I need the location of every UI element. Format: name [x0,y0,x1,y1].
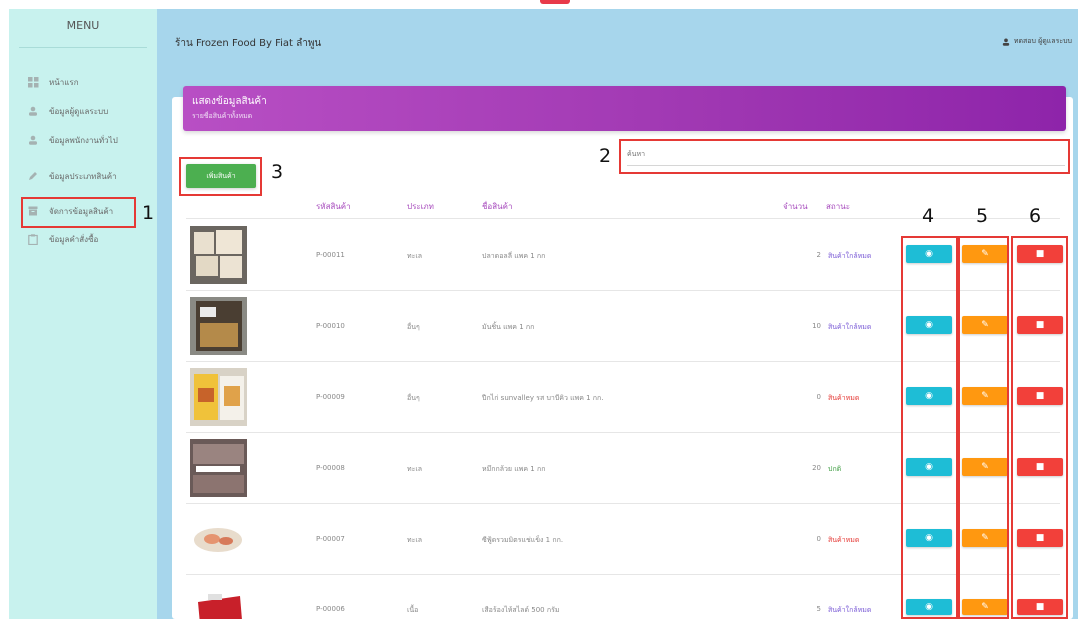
column-header-qty: จำนวน [783,202,808,211]
menu-title: MENU [66,19,100,32]
column-header-status: สถานะ [826,202,850,211]
shop-name: ร้าน Frozen Food By Fiat ลำพูน [175,38,322,49]
annotation-number-1: 1 [142,202,155,224]
sidebar-item-label: ข้อมูลพนักงานทั่วไป [49,135,118,145]
sidebar: MENU หน้าแรก ข้อมูลผู้ดูแลระบบ ข้อมูลพนั… [9,9,157,619]
product-qty: 10 [812,322,821,330]
annotation-number-5: 5 [976,205,989,227]
menu-divider [19,47,147,48]
product-name: เสือร้องไห้สไลด์ 500 กรัม [482,606,560,614]
product-qty: 0 [816,535,821,543]
product-name: มันชิ้น แพค 1 กก [482,323,535,331]
annotation-box-2 [619,139,1070,174]
status-badge: สินค้าใกล้หมด [828,606,872,614]
product-code: P-00008 [316,464,345,472]
status-badge: ปกติ [828,465,842,473]
product-code: P-00007 [316,535,345,543]
sidebar-item-employees[interactable]: ข้อมูลพนักงานทั่วไป [9,127,157,153]
column-header-type: ประเภท [407,202,434,211]
clipboard-icon [27,233,39,245]
product-name: หมึกกล้วย แพค 1 กก [482,465,546,473]
sidebar-item-label: ข้อมูลประเภทสินค้า [49,171,117,181]
product-qty: 0 [816,393,821,401]
annotation-number-6: 6 [1029,205,1042,227]
annotation-box-6 [1011,236,1068,619]
product-type: ทะเล [407,536,423,544]
status-badge: สินค้าใกล้หมด [828,323,872,331]
status-badge: สินค้าหมด [828,536,860,544]
sidebar-item-admins[interactable]: ข้อมูลผู้ดูแลระบบ [9,98,157,124]
user-icon [1002,38,1010,46]
product-image [190,510,247,568]
product-type: อื่นๆ [407,394,420,402]
product-name: ปีกไก่ sunvalley รส บาบีคิว แพค 1 กก. [482,394,604,402]
top-strip [0,0,1078,9]
page-banner: แสดงข้อมูลสินค้า รายชื่อสินค้าทั้งหมด [183,86,1066,131]
product-code: P-00009 [316,393,345,401]
status-badge: สินค้าหมด [828,394,860,402]
pencil-icon [27,170,39,182]
column-header-code: รหัสสินค้า [316,202,351,211]
user-icon [27,105,39,117]
product-type: ทะเล [407,465,423,473]
product-qty: 20 [812,464,821,472]
annotation-number-3: 3 [271,161,284,183]
product-code: P-00010 [316,322,345,330]
sidebar-item-label: หน้าแรก [49,77,79,87]
product-qty: 2 [816,251,821,259]
dashboard-icon [27,76,39,88]
product-image [190,297,247,355]
user-name: ทดสอบ ผู้ดูแลระบบ [1013,37,1072,45]
sidebar-item-orders[interactable]: ข้อมูลคำสั่งซื้อ [9,226,157,252]
product-type: ทะเล [407,252,423,260]
product-name: ซีฟู้ดรวมมิตรแช่แข็ง 1 กก. [482,536,564,544]
product-image [190,226,247,284]
product-qty: 5 [816,605,821,613]
sidebar-item-categories[interactable]: ข้อมูลประเภทสินค้า [9,163,157,189]
user-icon [27,134,39,146]
status-badge: สินค้าใกล้หมด [828,252,872,260]
sidebar-item-label: ข้อมูลผู้ดูแลระบบ [49,106,109,116]
product-code: P-00011 [316,251,345,259]
product-code: P-00006 [316,605,345,613]
annotation-box-1 [21,197,136,228]
annotation-number-2: 2 [599,145,612,167]
annotation-box-3 [179,157,262,196]
column-header-name: ชื่อสินค้า [482,202,513,211]
product-type: เนื้อ [407,606,419,614]
product-image [190,439,247,497]
page-title: แสดงข้อมูลสินค้า [192,96,267,107]
sidebar-item-label: ข้อมูลคำสั่งซื้อ [49,234,99,244]
page-subtitle: รายชื่อสินค้าทั้งหมด [192,112,253,120]
annotation-box-5 [958,236,1009,619]
top-accent [540,0,570,4]
user-menu[interactable]: ทดสอบ ผู้ดูแลระบบ [1002,36,1072,47]
annotation-number-4: 4 [922,205,935,227]
annotation-box-4 [901,236,958,619]
product-image [190,368,247,426]
product-type: อื่นๆ [407,323,420,331]
product-name: ปลาดอลลี่ แพค 1 กก [482,252,546,260]
top-header: ร้าน Frozen Food By Fiat ลำพูน ทดสอบ ผู้… [157,9,1078,83]
app-window: MENU หน้าแรก ข้อมูลผู้ดูแลระบบ ข้อมูลพนั… [0,0,1078,619]
product-image [190,590,247,619]
sidebar-item-home[interactable]: หน้าแรก [9,69,157,95]
